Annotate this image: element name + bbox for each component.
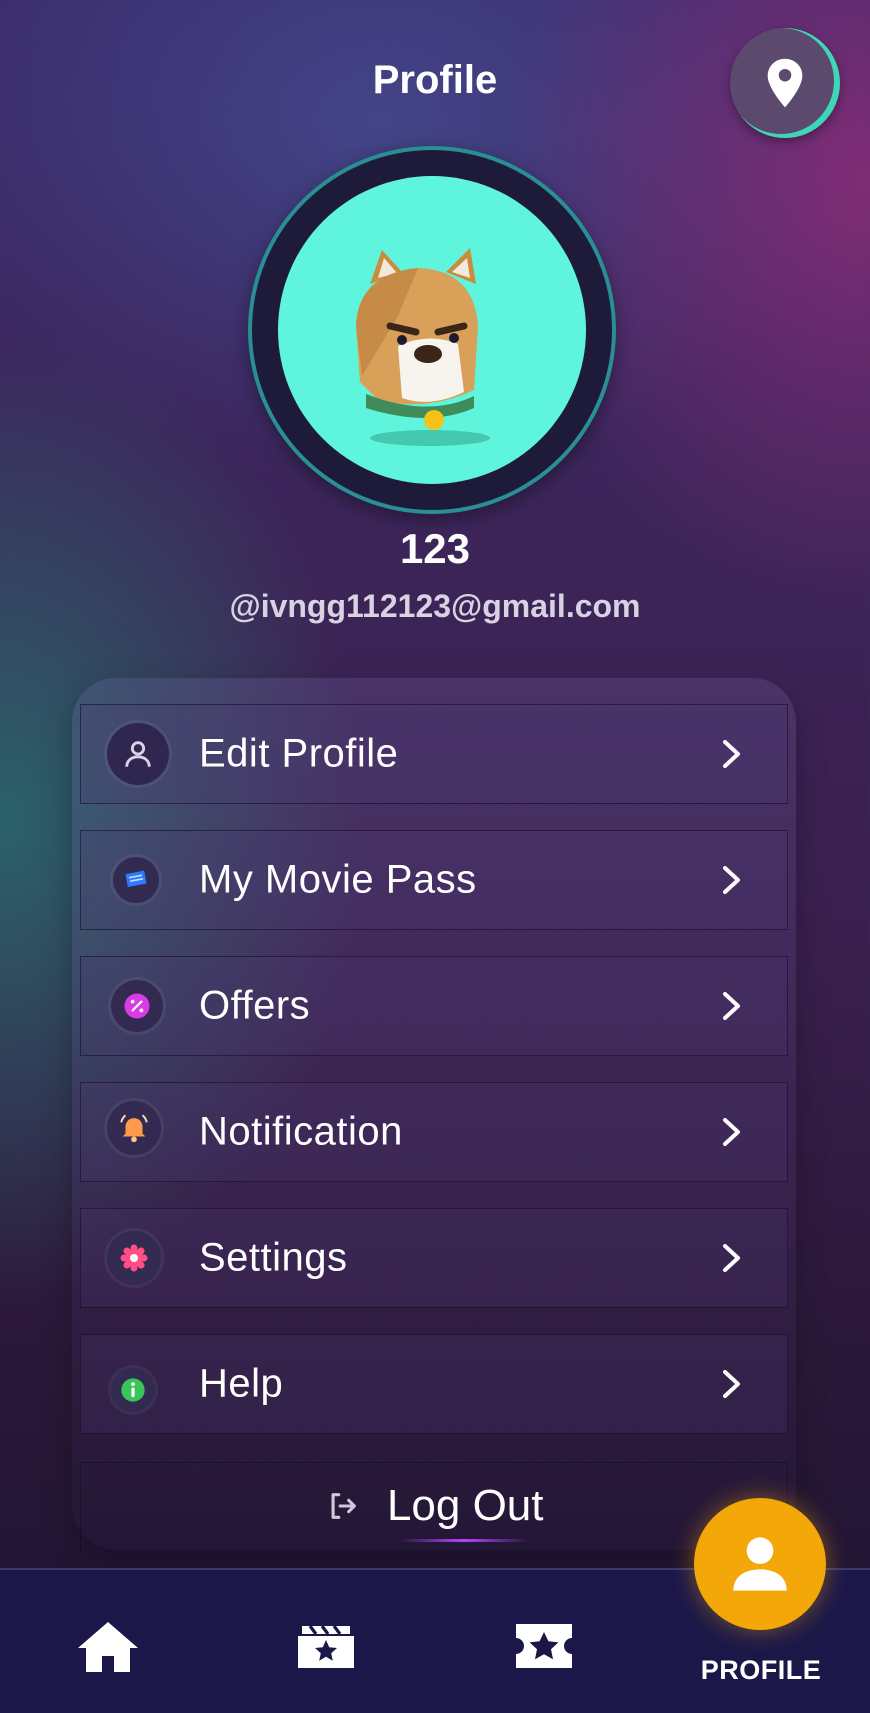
chevron-right-icon [723, 992, 740, 1020]
location-pin-icon [767, 58, 803, 108]
avatar[interactable] [248, 146, 616, 514]
menu-item-settings[interactable]: Settings [80, 1208, 788, 1308]
dog-avatar-icon [356, 248, 490, 446]
logout-underline [399, 1539, 529, 1542]
profile-tab-button[interactable] [694, 1498, 826, 1630]
menu-item-offers[interactable]: Offers [80, 956, 788, 1056]
logout-label: Log Out [386, 1481, 544, 1530]
user-icon [107, 723, 169, 785]
ticket-icon [113, 857, 159, 903]
user-name: 123 [399, 525, 471, 572]
bell-icon [107, 1101, 161, 1156]
favorites-icon[interactable] [512, 1618, 576, 1674]
chevron-right-icon [723, 1370, 740, 1398]
logout-icon [332, 1493, 357, 1519]
chevron-right-icon [723, 866, 740, 894]
menu-item-label: Offers [199, 983, 311, 1028]
avatar-image [278, 176, 586, 484]
percent-icon [111, 980, 163, 1032]
menu-item-help[interactable]: Help [80, 1334, 788, 1434]
menu-item-notification[interactable]: Notification [80, 1082, 788, 1182]
home-icon[interactable] [76, 1618, 140, 1674]
logout-button[interactable]: Log Out [80, 1462, 788, 1552]
menu-item-label: Help [199, 1361, 284, 1406]
gear-icon [107, 1231, 161, 1285]
tab-profile-label: PROFILE [700, 1655, 822, 1685]
menu-item-label: Notification [199, 1109, 403, 1154]
menu-item-movie-pass[interactable]: My Movie Pass [80, 830, 788, 930]
menu-item-edit-profile[interactable]: Edit Profile [80, 704, 788, 804]
chevron-right-icon [723, 1118, 740, 1146]
info-icon [111, 1367, 155, 1412]
profile-icon [733, 1537, 787, 1591]
chevron-right-icon [723, 740, 740, 768]
menu-item-label: My Movie Pass [199, 857, 477, 902]
location-button[interactable] [730, 28, 840, 138]
chevron-right-icon [723, 1244, 740, 1272]
user-email: @ivngg112123@gmail.com [229, 588, 641, 624]
menu-item-label: Edit Profile [199, 731, 399, 776]
movies-icon[interactable] [294, 1618, 358, 1674]
menu-item-label: Settings [199, 1235, 348, 1280]
